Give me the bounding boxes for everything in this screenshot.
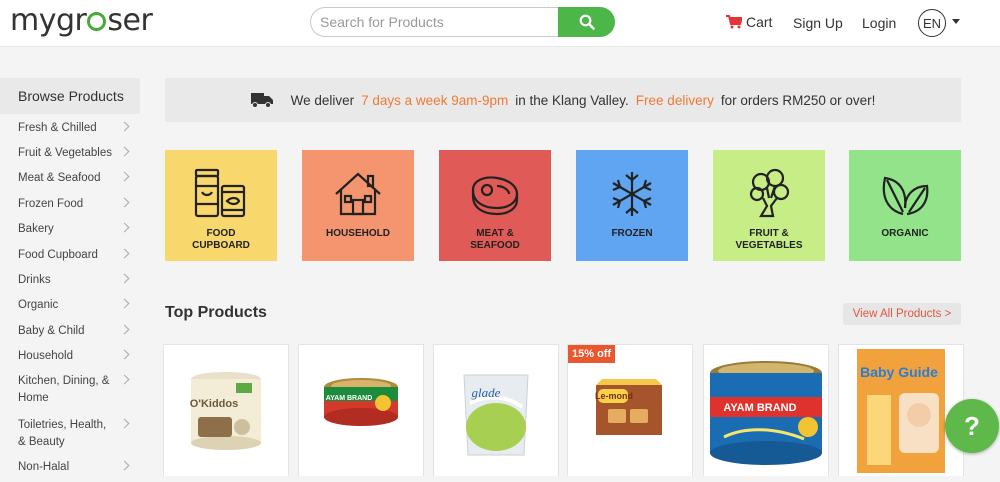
banner-text-1: We deliver — [290, 92, 355, 108]
cart-icon — [726, 15, 742, 29]
sidebar-item-organic[interactable]: Organic — [18, 297, 130, 314]
category-meat-seafood[interactable]: MEAT & SEAFOOD — [439, 150, 551, 261]
chevron-right-icon — [119, 121, 130, 132]
food-cupboard-icon — [194, 168, 246, 218]
sidebar-item-non-halal[interactable]: Non-Halal — [18, 459, 130, 476]
product-image: O'Kiddos — [190, 372, 261, 450]
svg-text:glade: glade — [472, 385, 501, 400]
product-card[interactable]: AYAM BRAND — [703, 344, 829, 476]
category-label: HOUSEHOLD — [326, 228, 390, 239]
logo-o-icon — [87, 12, 107, 31]
sidebar-item-drinks[interactable]: Drinks — [18, 272, 130, 289]
product-image: AYAM BRAND — [324, 378, 398, 426]
product-image: Le-mond — [595, 379, 662, 435]
chevron-right-icon — [119, 146, 130, 157]
sidebar-item-food-cupboard[interactable]: Food Cupboard — [18, 247, 130, 264]
svg-text:AYAM BRAND: AYAM BRAND — [326, 395, 373, 402]
house-icon — [335, 172, 381, 216]
steak-icon — [471, 176, 519, 216]
chevron-right-icon — [119, 460, 130, 471]
caret-down-icon[interactable] — [952, 19, 960, 24]
product-card[interactable]: AYAM BRAND — [298, 344, 424, 476]
sidebar-item-fruit-vegetables[interactable]: Fruit & Vegetables — [18, 145, 130, 162]
help-button[interactable]: ? — [945, 399, 999, 453]
category-fruit-vegetables[interactable]: FRUIT & VEGETABLES — [713, 150, 825, 261]
sidebar-item-fresh-chilled[interactable]: Fresh & Chilled — [18, 120, 130, 137]
sidebar-item-meat-seafood[interactable]: Meat & Seafood — [18, 170, 130, 187]
view-all-products-button[interactable]: View All Products > — [843, 303, 961, 325]
category-label: ORGANIC — [881, 228, 929, 239]
sign-up-link[interactable]: Sign Up — [793, 15, 843, 31]
product-image: glade — [463, 374, 529, 456]
product-card[interactable]: O'Kiddos — [163, 344, 289, 476]
category-organic[interactable]: ORGANIC — [849, 150, 961, 261]
svg-text:Le-mond: Le-mond — [595, 391, 633, 401]
snowflake-icon — [612, 172, 652, 216]
category-label: VEGETABLES — [735, 240, 803, 251]
category-household[interactable]: HOUSEHOLD — [302, 150, 414, 261]
login-link[interactable]: Login — [862, 15, 896, 31]
category-label: MEAT & — [476, 228, 514, 239]
chevron-right-icon — [119, 324, 130, 335]
svg-text:AYAM BRAND: AYAM BRAND — [723, 402, 796, 414]
browse-sidebar: Browse Products Fresh & Chilled Fruit & … — [0, 78, 140, 476]
truck-icon — [250, 93, 273, 108]
chevron-right-icon — [119, 273, 130, 284]
chevron-right-icon — [119, 197, 130, 208]
chevron-right-icon — [119, 222, 130, 233]
broccoli-icon — [749, 168, 790, 218]
chevron-right-icon — [119, 171, 130, 182]
chevron-right-icon — [119, 349, 130, 360]
category-label: FROZEN — [611, 228, 653, 239]
category-label: CUPBOARD — [192, 240, 250, 251]
category-label: SEAFOOD — [470, 240, 520, 251]
sidebar-item-household[interactable]: Household — [18, 348, 130, 365]
language-selector[interactable]: EN — [918, 9, 946, 37]
product-image: Baby Guide — [857, 349, 945, 473]
cart-link[interactable]: Cart — [726, 14, 772, 30]
sidebar-title: Browse Products — [0, 78, 140, 114]
chevron-right-icon — [119, 374, 130, 385]
search-bar — [310, 7, 615, 37]
chevron-right-icon — [119, 418, 130, 429]
top-products-title: Top Products — [165, 304, 267, 321]
product-card[interactable]: Baby Guide — [838, 344, 964, 476]
sidebar-item-bakery[interactable]: Bakery — [18, 221, 130, 238]
search-button[interactable] — [558, 7, 615, 37]
product-card[interactable]: Le-mond 15% off — [567, 344, 693, 476]
chevron-right-icon — [119, 248, 130, 259]
banner-text-3: for orders RM250 or over! — [720, 92, 876, 108]
search-input[interactable] — [310, 7, 560, 37]
sidebar-item-baby-child[interactable]: Baby & Child — [18, 323, 130, 340]
product-image: AYAM BRAND — [710, 361, 822, 465]
svg-text:Baby Guide: Baby Guide — [860, 364, 938, 380]
logo[interactable]: mygr ser — [10, 4, 153, 38]
category-frozen[interactable]: FROZEN — [576, 150, 688, 261]
search-icon — [579, 14, 595, 30]
category-label: FRUIT & — [749, 228, 789, 239]
top-header: mygrser Cart Sign Up Login EN — [0, 0, 1000, 47]
banner-highlight-schedule: 7 days a week 9am-9pm — [361, 92, 509, 108]
category-label: FOOD — [206, 228, 236, 239]
cart-label: Cart — [746, 14, 773, 30]
chevron-right-icon — [119, 298, 130, 309]
category-food-cupboard[interactable]: FOOD CUPBOARD — [165, 150, 277, 261]
sidebar-item-kitchen-dining-home[interactable]: Kitchen, Dining, & Home — [18, 373, 130, 407]
product-card[interactable]: glade — [433, 344, 559, 476]
delivery-banner: We deliver 7 days a week 9am-9pm in the … — [165, 78, 961, 122]
banner-text-2: in the Klang Valley. — [515, 92, 629, 108]
discount-badge: 15% off — [568, 345, 616, 363]
svg-text:O'Kiddos: O'Kiddos — [190, 398, 238, 410]
sidebar-item-frozen-food[interactable]: Frozen Food — [18, 196, 130, 213]
sidebar-item-toiletries-health-beauty[interactable]: Toiletries, Health, & Beauty — [18, 417, 130, 451]
leaves-icon — [882, 176, 929, 216]
banner-highlight-free-delivery: Free delivery — [635, 92, 714, 108]
